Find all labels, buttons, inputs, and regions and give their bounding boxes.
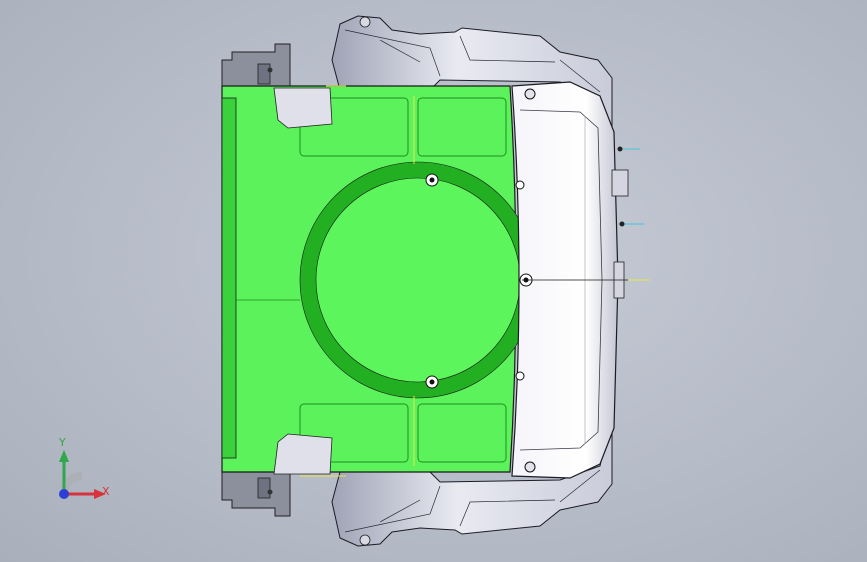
view-triad-icon: Y X [40,436,120,516]
rear-tab-bottom[interactable] [273,433,333,475]
x-axis-label: X [102,485,110,498]
y-axis-label: Y [59,436,66,449]
cad-model[interactable] [0,0,867,562]
graphics-viewport[interactable]: Y X [0,0,867,562]
rear-tab-top[interactable] [273,87,333,129]
floor-panel[interactable] [221,85,537,473]
